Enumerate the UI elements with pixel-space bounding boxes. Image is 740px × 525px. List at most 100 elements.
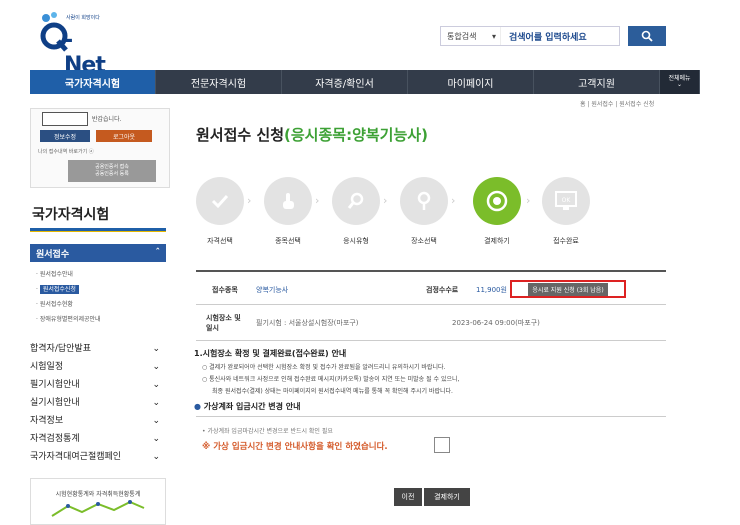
step-payment xyxy=(473,177,521,225)
nav-item-certificate[interactable]: 자격증/확인서 xyxy=(282,70,408,94)
cert-register-button[interactable]: 공동인증서 등록 xyxy=(95,171,129,179)
step-label: 접수완료 xyxy=(553,237,579,245)
step-label: 자격선택 xyxy=(207,237,233,245)
chevron-up-icon: ˆ xyxy=(155,248,161,258)
fee-label: 검정수수료 xyxy=(426,286,459,294)
vaccount-confirm-checkbox[interactable] xyxy=(434,437,450,453)
sidebar-menu-item[interactable]: 필기시험안내 ⌄ xyxy=(30,376,166,394)
nav-item-professional[interactable]: 전문자격시험 xyxy=(156,70,282,94)
row-value-subject: 양복기능사 xyxy=(256,286,289,294)
step-qualification xyxy=(196,177,244,225)
step-complete: OK xyxy=(542,177,590,225)
sidebar-subitem[interactable]: · 원서접수현황 xyxy=(36,297,101,312)
sidebar-menu: 합격자/답안발표 ⌄ 시험일정 ⌄ 필기시험안내 ⌄ 실기시험안내 ⌄ 자격정보 ⌄ 자격… xyxy=(30,340,166,466)
qnet-logo[interactable]: 사람이 희망이다 -Net xyxy=(30,10,110,78)
sidebar-subitem-label: 원서접수현황 xyxy=(39,301,73,308)
notice-line: ○ 통신사와 네트워크 사정으로 인해 접수완료 메시지(카카오톡) 발송이 지… xyxy=(202,376,460,383)
sidebar-menu-label: 국가자격대여근절캠페인 xyxy=(30,452,122,462)
step-subject xyxy=(264,177,312,225)
search-icon xyxy=(641,30,653,42)
fee-value: 11,900원 xyxy=(476,286,507,294)
vaccount-notice-title-text: 가상계좌 입금시간 변경 안내 xyxy=(203,402,301,411)
search-button[interactable] xyxy=(628,26,666,46)
sidebar-menu-item[interactable]: 국가자격대여근절캠페인 ⌄ xyxy=(30,448,166,466)
chevron-down-icon: ⌄ xyxy=(152,416,160,426)
all-menu-button[interactable]: 전체메뉴 ⌄ xyxy=(660,70,700,94)
sidebar-menu-item[interactable]: 시험일정 ⌄ xyxy=(30,358,166,376)
notice-line: ○ 결제가 완료되어야 선택한 시험장소 확정 및 접수가 완료됨을 알려드리니… xyxy=(202,364,446,371)
vaccount-notice-line: • 가상계좌 입금마감시간 변경으로 반드시 확인 필요 xyxy=(202,428,333,435)
row-label-subject: 접수종목 xyxy=(212,286,238,294)
step-arrow-icon: › xyxy=(526,194,531,207)
chevron-down-icon: ⌄ xyxy=(152,362,160,372)
nav-item-support[interactable]: 고객지원 xyxy=(534,70,660,94)
stats-line-icon xyxy=(51,500,145,517)
sidebar-menu-item[interactable]: 합격자/답안발표 ⌄ xyxy=(30,340,166,358)
sidebar-menu-item[interactable]: 자격정보 ⌄ xyxy=(30,412,166,430)
quick-history-link[interactable]: 나의 접수내역 바로가기 ⓐ xyxy=(38,148,94,155)
search-category-select[interactable]: 통합검색 ▾ xyxy=(441,27,501,45)
main-nav: 국가자격시험 전문자격시험 자격증/확인서 마이페이지 고객지원 전체메뉴 ⌄ xyxy=(30,70,700,94)
certificate-buttons[interactable]: 공용인증서 접속 공동인증서 등록 xyxy=(68,160,156,182)
notice-divider xyxy=(196,416,666,417)
cert-login-button[interactable]: 공용인증서 접속 xyxy=(95,164,129,172)
logout-button[interactable]: 로그아웃 xyxy=(96,130,152,142)
check-icon xyxy=(211,194,229,209)
nav-item-national[interactable]: 국가자격시험 xyxy=(30,70,156,94)
vaccount-notice-title: ● 가상계좌 입금시간 변경 안내 xyxy=(194,401,300,412)
sidebar-menu-item[interactable]: 자격검정통계 ⌄ xyxy=(30,430,166,448)
logo-tagline: 사람이 희망이다 xyxy=(66,15,100,21)
user-name-redacted xyxy=(42,112,88,126)
chevron-down-icon: ⌄ xyxy=(676,81,683,88)
chevron-down-icon: ⌄ xyxy=(152,398,160,408)
sidebar-menu-label: 시험일정 xyxy=(30,362,64,372)
sidebar-heading: 국가자격시험 xyxy=(32,207,110,223)
sidebar-menu-item[interactable]: 실기시험안내 ⌄ xyxy=(30,394,166,412)
search-input[interactable]: 검색어를 입력하세요 xyxy=(501,30,587,43)
sidebar-menu-label: 실기시험안내 xyxy=(30,398,80,408)
sidebar-subitem-label: 원서접수안내 xyxy=(39,271,73,278)
monitor-ok-icon: OK xyxy=(555,191,577,210)
sidebar-section-application[interactable]: 원서접수 ˆ xyxy=(30,244,166,262)
info-edit-button[interactable]: 정보수정 xyxy=(40,130,90,142)
notice-title: 1.시험장소 확정 및 결제완료(접수완료) 안내 xyxy=(194,349,347,358)
step-arrow-icon: › xyxy=(315,194,320,207)
table-top-border xyxy=(196,270,666,272)
greeting-text: 반갑습니다. xyxy=(92,116,122,123)
step-label: 응시유형 xyxy=(343,237,369,245)
step-arrow-icon: › xyxy=(247,194,252,207)
table-bottom-border xyxy=(196,340,666,341)
breadcrumb: 홈 | 원서접수 | 원서접수 신청 xyxy=(580,101,655,108)
sidebar-subitem[interactable]: · 원서접수안내 xyxy=(36,267,101,282)
step-arrow-icon: › xyxy=(451,194,456,207)
step-arrow-icon: › xyxy=(383,194,388,207)
sidebar-subitem-active[interactable]: · 원서접수신청 xyxy=(36,282,101,297)
page-title: 원서접수 신청(응시종목:양복기능사) xyxy=(196,124,428,145)
notice-line: 최종 원서접수(결제) 상태는 마이페이지의 원서접수내역 메뉴를 통해 꼭 확… xyxy=(212,388,453,395)
fee-support-button[interactable]: 응시료 지원 신청 (3회 남음) xyxy=(528,282,608,296)
sidebar-subitem[interactable]: · 장애유형별편의제공안내 xyxy=(36,312,101,327)
page-title-main: 원서접수 신청 xyxy=(196,126,285,144)
sidebar-subitem-label: 장애유형별편의제공안내 xyxy=(39,316,101,323)
vaccount-confirm-text: ※ 가상 입금시간 변경 안내사항을 확인 하였습니다. xyxy=(202,442,388,452)
prev-button[interactable]: 이전 xyxy=(394,488,422,506)
row-label-place: 시험장소 및 일시 xyxy=(206,314,241,332)
chevron-down-icon: ⌄ xyxy=(152,344,160,354)
sidebar-menu-label: 자격정보 xyxy=(30,416,64,426)
sidebar-subitem-label: 원서접수신청 xyxy=(39,285,79,294)
stats-banner[interactable]: 시험현황통계와 자격취득현황통계 xyxy=(30,478,166,525)
nav-item-mypage[interactable]: 마이페이지 xyxy=(408,70,534,94)
step-location xyxy=(400,177,448,225)
sidebar-section-label: 원서접수 xyxy=(36,249,70,260)
pay-button[interactable]: 결제하기 xyxy=(424,488,470,506)
magnifier-icon xyxy=(347,192,364,209)
bullet-icon: ● xyxy=(194,402,201,411)
search-category-label: 통합검색 xyxy=(447,31,477,41)
row-value-date: 2023-06-24 09:00(마포구) xyxy=(452,319,540,327)
table-row-divider xyxy=(196,304,666,305)
svg-text:OK: OK xyxy=(562,197,572,204)
search-bar[interactable]: 통합검색 ▾ 검색어를 입력하세요 xyxy=(440,26,620,46)
fee-support-button-highlight[interactable]: 응시료 지원 신청 (3회 남음) xyxy=(510,280,626,298)
step-label: 결제하기 xyxy=(484,237,510,245)
row-value-place: 필기시험 : 서울상설시험장(마포구) xyxy=(256,319,359,327)
